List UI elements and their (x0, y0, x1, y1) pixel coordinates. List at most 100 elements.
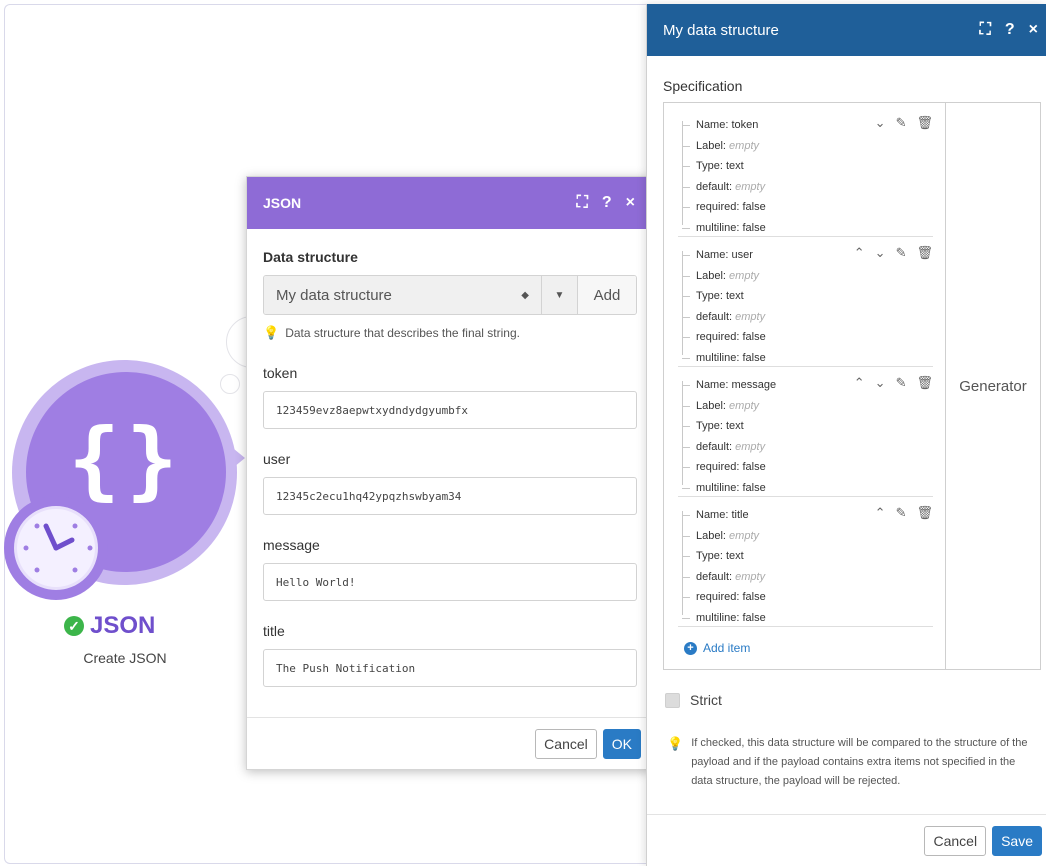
lightbulb-icon: 💡 (263, 325, 280, 340)
spec-label-key: Label: (696, 139, 726, 152)
spec-type: Type: text (682, 416, 933, 437)
clock-icon (23, 523, 93, 573)
add-data-structure-button[interactable]: Add (578, 276, 636, 314)
json-dialog-title: JSON (263, 195, 302, 211)
spec-default-value: empty (735, 310, 766, 323)
data-structure-hint-text: Data structure that describes the final … (285, 326, 520, 340)
title-input[interactable]: The Push Notification (263, 649, 637, 687)
specification-box: ⌄ ✎ 🗑 Name: token Label: empty Type: tex… (663, 102, 1041, 670)
message-label: message (263, 537, 320, 553)
specification-list: ⌄ ✎ 🗑 Name: token Label: empty Type: tex… (664, 103, 946, 669)
json-dialog-header: JSON ⛶ ? × (247, 177, 651, 229)
module-title: ✓ JSON (64, 612, 184, 640)
module-pointer (223, 440, 245, 476)
json-dialog: JSON ⛶ ? × Data structure My data struct… (246, 176, 652, 770)
add-item-button[interactable]: + Add item (684, 641, 933, 655)
spec-label-value: empty (729, 529, 760, 542)
data-structure-panel: My data structure ⛶ ? × Specification ⌄ … (646, 4, 1046, 866)
spec-multiline: multiline: false (682, 348, 933, 369)
spec-label-value: empty (729, 399, 760, 412)
data-structure-hint: 💡 Data structure that describes the fina… (263, 325, 637, 341)
help-icon[interactable]: ? (602, 194, 612, 212)
user-label: user (263, 451, 291, 467)
spec-default-key: default: (696, 570, 733, 583)
clock-badge[interactable] (4, 496, 108, 600)
spec-multiline: multiline: false (682, 478, 933, 499)
spec-default-row: default: empty (682, 567, 933, 588)
connector-bubble (220, 374, 240, 394)
spec-multiline: multiline: false (682, 608, 933, 629)
spec-default-row: default: empty (682, 307, 933, 328)
data-structure-footer: Cancel Save (647, 814, 1046, 866)
spec-multiline: multiline: false (682, 218, 933, 239)
token-input[interactable]: 123459evz8aepwtxydndydgyumbfx (263, 391, 637, 429)
spec-label-key: Label: (696, 529, 726, 542)
spec-name: Name: token (682, 115, 933, 136)
data-structure-select-row: My data structure ◆ ▼ Add (263, 275, 637, 315)
spec-default-key: default: (696, 440, 733, 453)
expand-icon[interactable]: ⛶ (980, 21, 991, 39)
spec-default-key: default: (696, 180, 733, 193)
message-input[interactable]: Hello World! (263, 563, 637, 601)
add-item-label: Add item (703, 641, 751, 655)
spec-label-value: empty (729, 269, 760, 282)
token-label: token (263, 365, 298, 381)
module-subtitle: Create JSON (83, 650, 167, 666)
spec-label-row: Label: empty (682, 136, 933, 157)
spec-default-row: default: empty (682, 177, 933, 198)
spec-label-row: Label: empty (682, 526, 933, 547)
check-circle-icon: ✓ (64, 616, 84, 636)
cancel-button[interactable]: Cancel (924, 825, 987, 856)
expand-icon[interactable]: ⛶ (577, 194, 588, 212)
strict-checkbox[interactable] (665, 692, 680, 708)
spec-label-value: empty (729, 139, 760, 152)
data-structure-label: Data structure (263, 249, 358, 265)
data-structure-header: My data structure ⛶ ? × (647, 4, 1046, 56)
spec-label-key: Label: (696, 269, 726, 282)
spec-default-value: empty (735, 180, 766, 193)
strict-row: Strict (665, 692, 722, 708)
help-icon[interactable]: ? (1005, 21, 1015, 39)
plus-circle-icon: + (684, 641, 697, 655)
strict-hint: 💡 If checked, this data structure will b… (667, 734, 1037, 791)
data-structure-title: My data structure (663, 21, 779, 39)
spec-item-token: ⌄ ✎ 🗑 Name: token Label: empty Type: tex… (678, 107, 933, 237)
chevron-down-icon[interactable]: ▼ (542, 276, 578, 314)
spec-name: Name: title (682, 505, 933, 526)
json-dialog-body: Data structure My data structure ◆ ▼ Add… (247, 249, 651, 687)
strict-hint-text: If checked, this data structure will be … (691, 737, 1028, 787)
specification-label: Specification (663, 78, 743, 94)
select-arrows-icon: ◆ (521, 289, 529, 301)
cancel-button[interactable]: Cancel (535, 728, 597, 759)
title-label: title (263, 623, 285, 639)
spec-default-key: default: (696, 310, 733, 323)
spec-default-row: default: empty (682, 437, 933, 458)
data-structure-selected: My data structure (276, 286, 392, 304)
spec-item-message: ⌃ ⌄ ✎ 🗑 Name: message Label: empty Type:… (678, 367, 933, 497)
spec-default-value: empty (735, 440, 766, 453)
strict-label: Strict (690, 692, 722, 708)
user-input[interactable]: 12345c2ecu1hq42ypqzhswbyam34 (263, 477, 637, 515)
spec-type: Type: text (682, 156, 933, 177)
close-icon[interactable]: × (1029, 21, 1038, 39)
spec-type: Type: text (682, 286, 933, 307)
spec-item-user: ⌃ ⌄ ✎ 🗑 Name: user Label: empty Type: te… (678, 237, 933, 367)
spec-required: required: false (682, 327, 933, 348)
close-icon[interactable]: × (626, 194, 635, 212)
spec-default-value: empty (735, 570, 766, 583)
spec-required: required: false (682, 587, 933, 608)
spec-name: Name: message (682, 375, 933, 396)
save-button[interactable]: Save (992, 825, 1042, 856)
spec-label-row: Label: empty (682, 396, 933, 417)
spec-name: Name: user (682, 245, 933, 266)
spec-label-key: Label: (696, 399, 726, 412)
module-title-text: JSON (90, 612, 156, 639)
lightbulb-icon: 💡 (667, 736, 684, 751)
json-dialog-footer: Cancel OK (247, 717, 651, 769)
spec-label-row: Label: empty (682, 266, 933, 287)
generator-button[interactable]: Generator (946, 103, 1040, 669)
data-structure-select[interactable]: My data structure ◆ (264, 276, 542, 314)
spec-required: required: false (682, 197, 933, 218)
ok-button[interactable]: OK (602, 728, 641, 759)
spec-item-title: ⌃ ✎ 🗑 Name: title Label: empty Type: tex… (678, 497, 933, 627)
